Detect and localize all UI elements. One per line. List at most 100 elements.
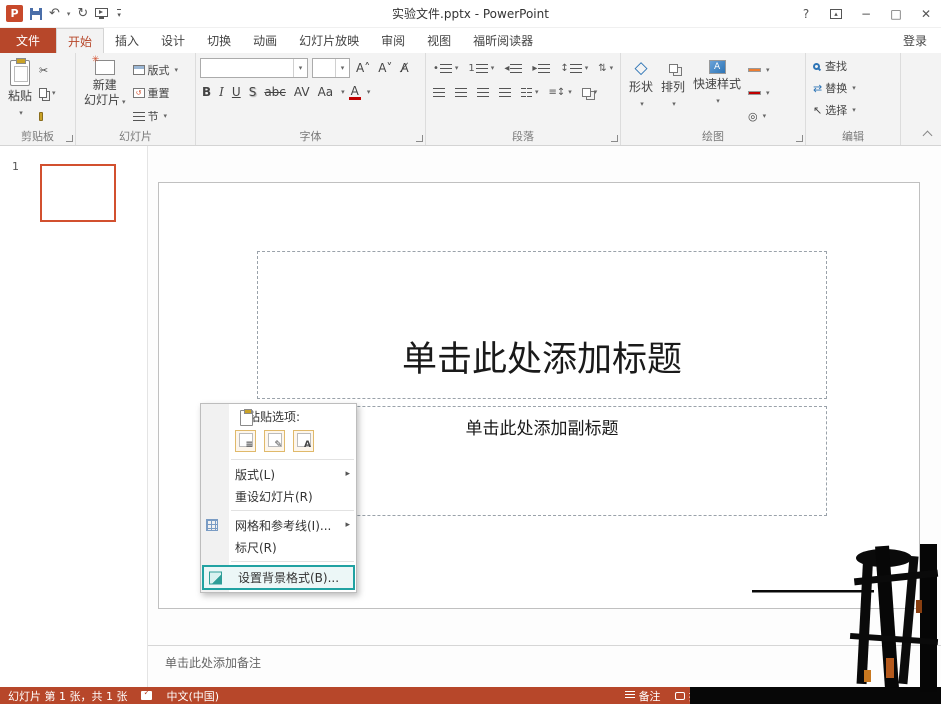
quick-styles-button[interactable]: A 快速样式▾ xyxy=(689,56,745,130)
cut-button[interactable]: ✂ xyxy=(36,60,59,80)
powerpoint-app-icon[interactable]: P xyxy=(6,5,23,22)
slide-counter[interactable]: 幻灯片 第 1 张，共 1 张 xyxy=(8,688,127,704)
notes-placeholder[interactable]: 单击此处添加备注 xyxy=(165,654,261,671)
zoom-slider[interactable] xyxy=(828,695,918,697)
tab-home[interactable]: 开始 xyxy=(56,28,104,53)
menu-item-reset-slide[interactable]: 重设幻灯片(R) xyxy=(201,485,356,507)
zoom-out-button[interactable]: − xyxy=(813,689,822,702)
decrease-font-button[interactable]: A˅ xyxy=(376,61,394,75)
tab-animations[interactable]: 动画 xyxy=(242,28,288,53)
decrease-indent-button[interactable]: ◂ xyxy=(501,58,525,78)
strikethrough-button[interactable]: abc xyxy=(262,85,288,99)
line-spacing-button[interactable]: ↕▾ xyxy=(557,58,591,78)
layout-button[interactable]: 版式▾ xyxy=(130,60,182,80)
menu-item-format-background[interactable]: 设置背景格式(B)... xyxy=(202,565,355,590)
section-button[interactable]: 节▾ xyxy=(130,106,182,126)
arrange-button[interactable]: 排列▾ xyxy=(657,56,689,130)
tab-review[interactable]: 审阅 xyxy=(370,28,416,53)
start-slideshow-icon[interactable] xyxy=(95,8,108,17)
paste-use-theme-icon[interactable]: ≡ xyxy=(235,430,256,452)
help-button[interactable]: ? xyxy=(791,0,821,27)
menu-item-layout[interactable]: 版式(L) ▸ xyxy=(201,463,356,485)
dropdown-icon: ▾ xyxy=(568,88,572,96)
increase-indent-button[interactable]: ▸ xyxy=(529,58,553,78)
italic-button[interactable]: I xyxy=(217,85,226,99)
tab-design[interactable]: 设计 xyxy=(150,28,196,53)
format-background-icon xyxy=(209,571,222,584)
tab-view[interactable]: 视图 xyxy=(416,28,462,53)
columns-button[interactable]: ▾ xyxy=(518,82,542,102)
menu-item-grid-guides[interactable]: 网格和参考线(I)... ▸ xyxy=(201,514,356,536)
notes-pane-divider[interactable] xyxy=(148,645,941,646)
tab-file[interactable]: 文件 xyxy=(0,28,56,53)
text-shadow-button[interactable]: S xyxy=(247,85,259,99)
font-name-combo[interactable]: ▾ xyxy=(200,58,308,78)
tab-transitions[interactable]: 切换 xyxy=(196,28,242,53)
save-icon[interactable] xyxy=(30,8,42,20)
justify-button[interactable] xyxy=(496,82,514,102)
bullets-button[interactable]: •▾ xyxy=(430,58,461,78)
paste-keep-formatting-icon[interactable]: ✎ xyxy=(264,430,285,452)
reset-button[interactable]: ↺重置 xyxy=(130,83,182,103)
tab-insert[interactable]: 插入 xyxy=(104,28,150,53)
notes-toggle[interactable]: 备注 xyxy=(625,688,661,704)
zoom-in-button[interactable]: + xyxy=(924,689,933,702)
font-dialog-launcher[interactable] xyxy=(416,135,423,142)
menu-separator xyxy=(231,459,354,460)
character-spacing-button[interactable]: AV xyxy=(292,85,312,99)
comments-toggle[interactable]: 批注 xyxy=(675,688,711,704)
undo-dropdown-icon[interactable]: ▾ xyxy=(67,10,71,18)
align-left-button[interactable] xyxy=(430,82,448,102)
font-group-label: 字体 xyxy=(196,128,425,144)
title-placeholder[interactable]: 单击此处添加标题 xyxy=(257,251,827,399)
paste-text-only-icon[interactable]: A xyxy=(293,430,314,452)
clear-formatting-button[interactable]: A̸ xyxy=(398,61,410,75)
align-text-button[interactable]: ≡↕▾ xyxy=(546,82,575,102)
new-slide-button[interactable]: 新建幻灯片▾ xyxy=(80,56,130,130)
bold-button[interactable]: B xyxy=(200,85,213,99)
shape-effects-button[interactable]: ◎▾ xyxy=(745,106,773,126)
customize-qat-icon[interactable]: ▾ xyxy=(117,9,121,19)
text-direction-button[interactable]: ⇅▾ xyxy=(595,58,616,78)
maximize-button[interactable]: □ xyxy=(881,0,911,27)
language-indicator[interactable]: 中文(中国) xyxy=(166,688,219,704)
font-color-button[interactable]: A xyxy=(349,85,361,100)
paragraph-dialog-launcher[interactable] xyxy=(611,135,618,142)
slide-thumbnail[interactable] xyxy=(40,164,116,222)
shape-fill-button[interactable]: ▾ xyxy=(745,60,773,80)
find-button[interactable]: 查找 xyxy=(810,56,896,76)
drawing-dialog-launcher[interactable] xyxy=(796,135,803,142)
menu-item-ruler[interactable]: 标尺(R) xyxy=(201,536,356,558)
zoom-slider-thumb[interactable] xyxy=(868,692,872,700)
convert-smartart-button[interactable]: ▾ xyxy=(579,82,601,102)
dropdown-icon: ▾ xyxy=(52,89,56,97)
format-painter-button[interactable] xyxy=(36,106,59,126)
spellcheck-indicator[interactable] xyxy=(141,691,152,700)
repeat-icon[interactable]: ↻ xyxy=(77,7,88,20)
paste-button[interactable]: 粘贴▾ xyxy=(4,56,36,130)
underline-button[interactable]: U xyxy=(230,85,243,99)
minimize-button[interactable]: − xyxy=(851,0,881,27)
change-case-button[interactable]: Aa xyxy=(316,85,336,99)
ribbon-display-options-button[interactable]: ▴ xyxy=(821,0,851,27)
slide-sorter-view-button[interactable]: ▦ xyxy=(757,690,775,701)
copy-button[interactable]: ▾ xyxy=(36,83,59,103)
clipboard-dialog-launcher[interactable] xyxy=(66,135,73,142)
numbering-button[interactable]: 1▾ xyxy=(465,58,497,78)
collapse-ribbon-icon[interactable] xyxy=(923,131,933,141)
align-center-button[interactable] xyxy=(452,82,470,102)
close-button[interactable]: ✕ xyxy=(911,0,941,27)
increase-font-button[interactable]: A˄ xyxy=(354,61,372,75)
tab-foxit-reader[interactable]: 福昕阅读器 xyxy=(462,28,544,53)
align-right-button[interactable] xyxy=(474,82,492,102)
sign-in-button[interactable]: 登录 xyxy=(889,28,941,53)
shape-outline-button[interactable]: ▾ xyxy=(745,83,773,103)
normal-view-button[interactable]: ▤ xyxy=(735,690,753,701)
shapes-button[interactable]: ◇ 形状▾ xyxy=(625,56,657,130)
reading-view-button[interactable]: ▥ xyxy=(779,690,797,701)
font-size-combo[interactable]: ▾ xyxy=(312,58,350,78)
undo-icon[interactable]: ↶ xyxy=(49,7,60,20)
select-button[interactable]: ↖选择▾ xyxy=(810,100,896,120)
replace-button[interactable]: ⇄替换▾ xyxy=(810,78,896,98)
tab-slideshow[interactable]: 幻灯片放映 xyxy=(288,28,370,53)
